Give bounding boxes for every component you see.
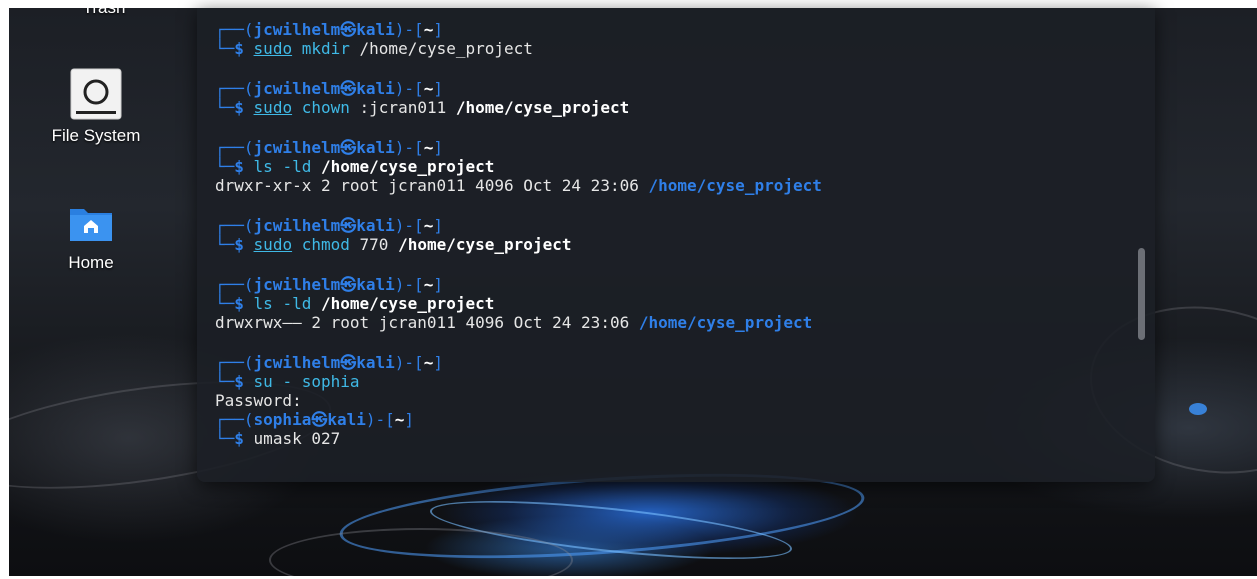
command-args: 770 [359,235,389,254]
prompt-host: kali [356,138,395,157]
command-name: chown [301,98,350,117]
home-icon-label: Home [68,253,114,272]
desktop-icon-trash[interactable]: Trash [59,8,149,18]
prompt-symbol: $ [234,39,244,58]
prompt-symbol: $ [234,235,244,254]
command-args: :jcran011 [359,98,447,117]
prompt-user: jcwilhelm [253,216,341,235]
terminal-command-block: ┌──(jcwilhelm㉿kali)-[~] └─$ sudo chown :… [215,79,630,117]
prompt-dir: ~ [423,216,434,235]
terminal-scrollbar[interactable] [1138,248,1145,340]
prompt-at: ㉿ [340,79,357,98]
prompt-at: ㉿ [340,216,357,235]
prompt-dir: ~ [423,275,434,294]
command-path: /home/cyse_project [320,294,495,313]
prompt-dir: ~ [423,138,434,157]
command-output: drwxrwx—— 2 root jcran011 4096 Oct 24 23… [215,313,639,332]
command-output: drwxr-xr-x 2 root jcran011 4096 Oct 24 2… [215,176,649,195]
prompt-host: kali [327,410,366,429]
output-path: /home/cyse_project [648,176,822,195]
prompt-at: ㉿ [340,353,357,372]
prompt-dir: ~ [423,20,434,39]
prompt-user: sophia [253,410,312,429]
prompt-at: ㉿ [340,20,357,39]
prompt-user: jcwilhelm [253,138,341,157]
terminal-command-block: ┌──(jcwilhelm㉿kali)-[~] └─$ ls -ld /home… [215,275,813,332]
prompt-at: ㉿ [340,138,357,157]
command-sudo: sudo [253,235,293,254]
prompt-at: ㉿ [311,410,328,429]
desktop-icon-file-system[interactable]: File System [31,66,161,146]
prompt-dir: ~ [394,410,405,429]
command-name: mkdir [301,39,350,58]
terminal-command-block: ┌──(jcwilhelm㉿kali)-[~] └─$ sudo chmod 7… [215,216,572,254]
desktop-icon-home[interactable]: Home [41,203,141,273]
terminal-command-block: ┌──(jcwilhelm㉿kali)-[~] └─$ su - sophia … [215,353,443,448]
command-name: ls -ld [253,294,312,313]
command-name: chmod [301,235,350,254]
terminal-window[interactable]: ┌──(jcwilhelm㉿kali)-[~] └─$ sudo mkdir /… [197,8,1155,482]
prompt-user: jcwilhelm [253,275,341,294]
prompt-dir: ~ [423,79,434,98]
prompt-user: jcwilhelm [253,20,341,39]
prompt-user: jcwilhelm [253,353,341,372]
drive-icon [70,68,122,120]
command-name: ls -ld [253,157,312,176]
prompt-symbol: $ [234,98,244,117]
prompt-symbol: $ [234,372,244,391]
command-input[interactable]: umask 027 [254,429,341,448]
terminal-command-block: ┌──(jcwilhelm㉿kali)-[~] └─$ ls -ld /home… [215,138,822,195]
command-path: /home/cyse_project [320,157,495,176]
prompt-host: kali [356,275,395,294]
prompt-at: ㉿ [340,275,357,294]
prompt-host: kali [356,20,395,39]
command-path: /home/cyse_project [398,235,572,254]
command-args: /home/cyse_project [359,39,533,58]
prompt-symbol: $ [234,429,244,448]
file-system-icon-label: File System [51,126,141,145]
terminal-command-block: ┌──(jcwilhelm㉿kali)-[~] └─$ sudo mkdir /… [215,20,533,58]
wallpaper-wave [1189,403,1207,415]
terminal-output: ┌──(jcwilhelm㉿kali)-[~] └─$ sudo mkdir /… [215,20,1115,448]
prompt-host: kali [356,216,395,235]
prompt-symbol: $ [234,294,244,313]
prompt-user: jcwilhelm [253,79,341,98]
prompt-dir: ~ [423,353,434,372]
trash-icon-label: Trash [59,8,149,18]
prompt-host: kali [356,79,395,98]
home-folder-icon [70,209,112,241]
prompt-symbol: $ [234,157,244,176]
command-sudo: sudo [253,98,293,117]
command-path: /home/cyse_project [455,98,630,117]
command-name: su - sophia [253,372,360,391]
command-output: Password: [215,391,302,410]
output-path: /home/cyse_project [638,313,813,332]
command-sudo: sudo [253,39,293,58]
prompt-host: kali [356,353,395,372]
